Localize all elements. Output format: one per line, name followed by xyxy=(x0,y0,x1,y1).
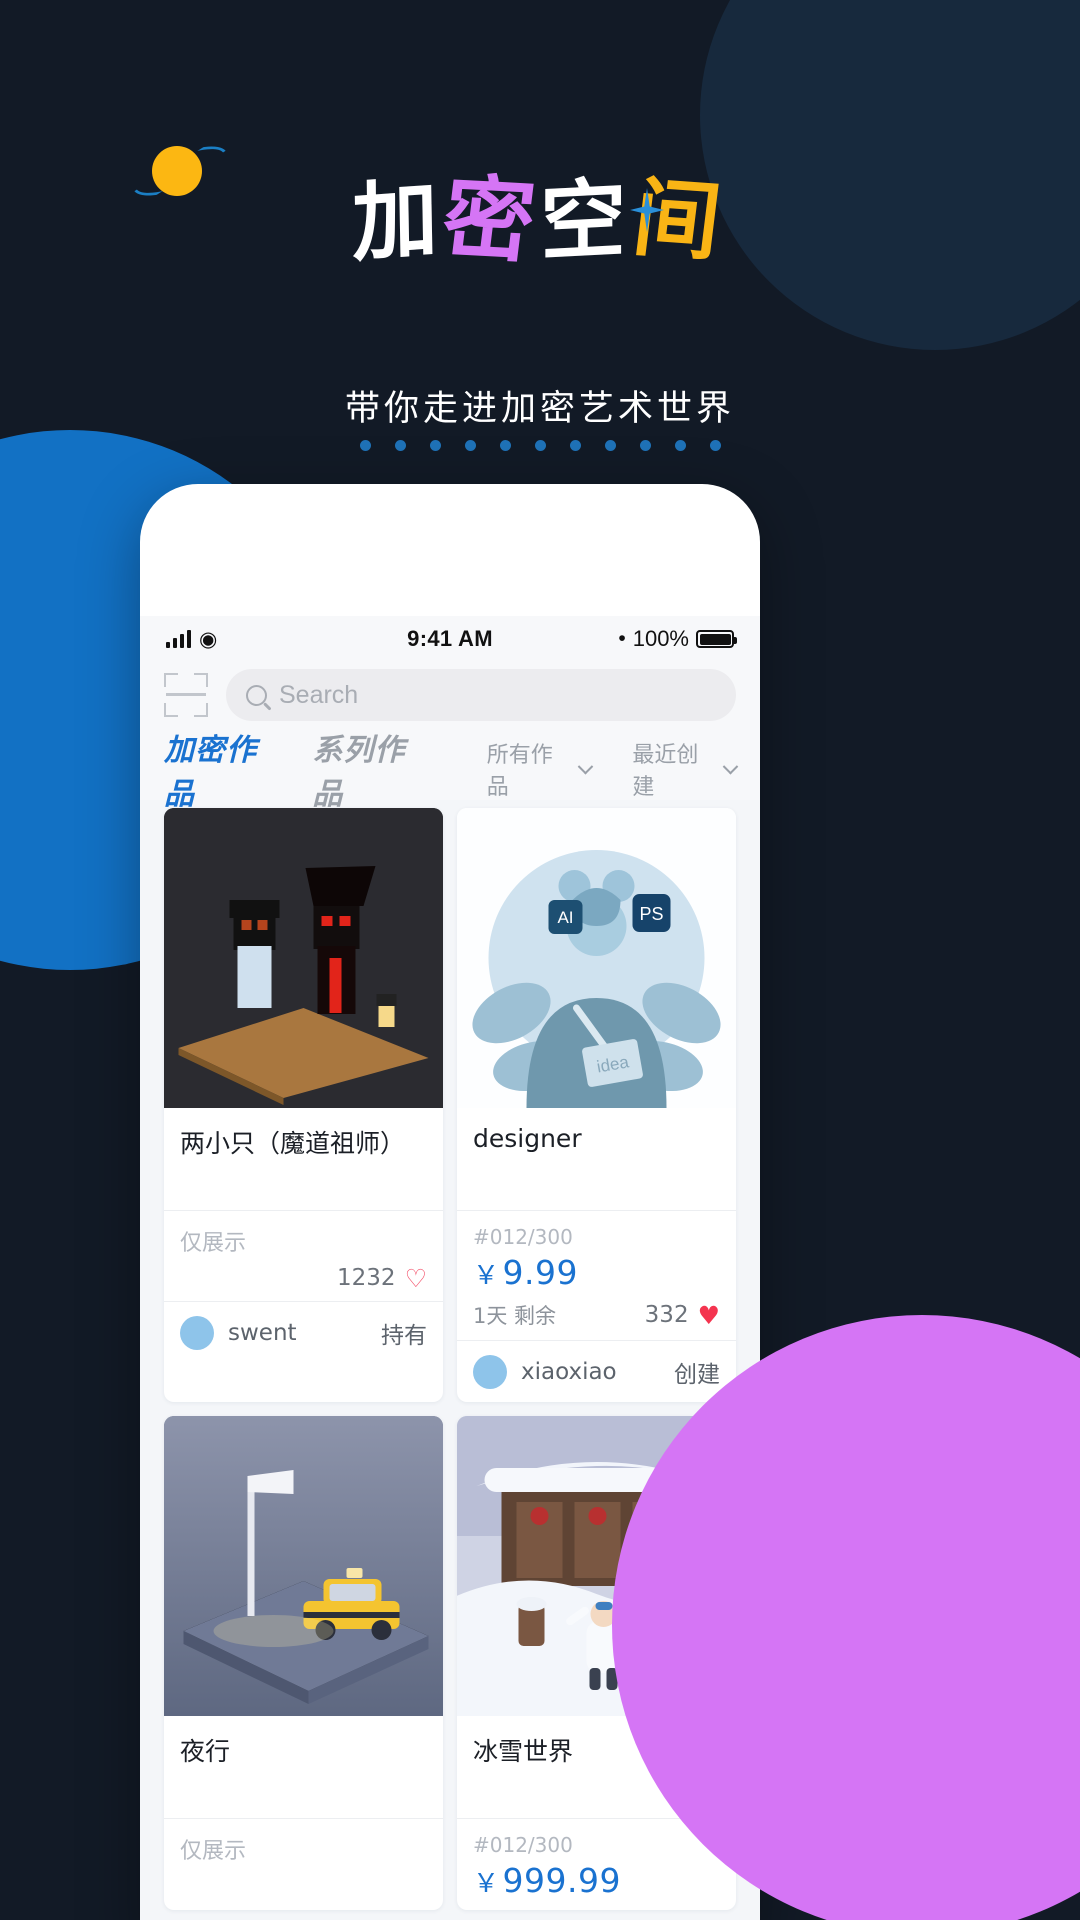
owner-role: 创建 xyxy=(674,1361,720,1388)
like-counter[interactable]: 332 ♥ xyxy=(645,1302,720,1328)
filter-recent-created-label: 最近创建 xyxy=(632,743,699,800)
like-count-label: 1232 xyxy=(337,1265,396,1291)
decor-dot-row xyxy=(0,440,1080,451)
chevron-down-icon xyxy=(722,758,739,774)
artwork-status: 仅展示 xyxy=(180,1839,247,1864)
decor-dot xyxy=(569,440,581,451)
svg-text:PS: PS xyxy=(639,904,663,924)
artwork-status: 仅展示 xyxy=(180,1231,247,1256)
decor-dot xyxy=(534,440,546,451)
price-value: 9.99 xyxy=(502,1253,578,1292)
artwork-meta: #012/300 ￥9.99 1天 剩余 332 ♥ xyxy=(457,1210,736,1340)
artwork-meta-line: 1232 ♡ xyxy=(180,1265,427,1291)
signal-bars-icon xyxy=(166,630,191,648)
filter-all-works[interactable]: 所有作品 xyxy=(486,737,593,801)
status-left: ◉ xyxy=(166,629,407,650)
artwork-edition: #012/300 xyxy=(473,1225,573,1249)
artwork-title: 夜行 xyxy=(180,1737,231,1766)
heart-outline-icon: ♡ xyxy=(404,1263,427,1293)
title-char-2: 密 xyxy=(436,165,550,277)
avatar xyxy=(180,1315,214,1350)
tab-series-works[interactable]: 系列作品 xyxy=(312,725,434,813)
search-input[interactable]: Search xyxy=(226,669,736,721)
artwork-illustration-taxi xyxy=(164,1416,443,1716)
artwork-illustration-designer: AI PS idea xyxy=(457,808,736,1108)
title-char-4: 间 xyxy=(628,168,734,274)
artwork-price: ￥999.99 xyxy=(473,1861,720,1900)
decor-dot xyxy=(394,440,406,451)
artwork-illustration-voxel xyxy=(164,808,443,1108)
battery-full-icon xyxy=(696,630,737,648)
title-char-1: 加 xyxy=(351,167,447,275)
poster-stage: 加密空间 带你走进加密艺术世界 ◉ 9:41 AM • 100% Search … xyxy=(0,0,1080,1920)
artwork-card-body: 夜行 xyxy=(164,1716,443,1812)
tab-encrypted-works[interactable]: 加密作品 xyxy=(164,725,286,813)
search-placeholder: Search xyxy=(279,680,359,709)
search-icon xyxy=(246,684,267,706)
decor-dot xyxy=(604,440,616,451)
artwork-image: AI PS idea xyxy=(457,808,736,1108)
artwork-image xyxy=(164,1416,443,1716)
status-time: 9:41 AM xyxy=(407,626,493,651)
scan-code-icon[interactable] xyxy=(164,673,208,717)
wifi-icon: ◉ xyxy=(199,627,218,651)
artwork-owner-row[interactable]: swent 持有 xyxy=(164,1301,443,1363)
decor-dot xyxy=(674,440,686,451)
artwork-title: 两小只（魔道祖师） xyxy=(180,1129,406,1158)
artwork-meta-line: 1天 剩余 332 ♥ xyxy=(473,1300,720,1330)
like-counter[interactable]: 1232 ♡ xyxy=(337,1265,427,1291)
owner-name: xiaoxiao xyxy=(521,1358,617,1385)
decor-dot xyxy=(359,440,371,451)
svg-text:AI: AI xyxy=(557,908,573,927)
artwork-title: designer xyxy=(473,1124,582,1153)
title-char-3: 空 xyxy=(540,168,634,274)
artwork-edition: #012/300 xyxy=(473,1833,573,1857)
like-count-label: 332 xyxy=(644,1302,689,1328)
owner-name: swent xyxy=(228,1319,297,1346)
decor-blob-top-right xyxy=(700,0,1080,350)
decor-dot xyxy=(499,440,511,451)
status-right: • 100% xyxy=(493,626,737,652)
avatar xyxy=(473,1354,507,1389)
filter-recent-created[interactable]: 最近创建 xyxy=(632,737,739,801)
filter-all-works-label: 所有作品 xyxy=(486,743,553,800)
owner-role: 持有 xyxy=(381,1322,427,1349)
battery-percent-label: 100% xyxy=(632,626,689,651)
poster-title: 加密空间 xyxy=(0,166,1080,277)
artwork-meta: 仅展示 xyxy=(164,1818,443,1875)
decor-dot xyxy=(639,440,651,451)
artwork-card[interactable]: AI PS idea designer #012/300 ￥9.99 1天 剩余… xyxy=(457,808,736,1402)
currency-symbol: ￥ xyxy=(473,1869,500,1899)
decor-dot xyxy=(709,440,721,451)
chevron-down-icon xyxy=(577,758,593,774)
poster-subtitle: 带你走进加密艺术世界 xyxy=(344,389,735,429)
price-value: 999.99 xyxy=(502,1861,621,1900)
artwork-price: ￥9.99 xyxy=(473,1253,720,1292)
tab-bar: 加密作品 系列作品 所有作品 最近创建 xyxy=(140,733,760,812)
status-bar: ◉ 9:41 AM • 100% xyxy=(140,616,760,662)
artwork-owner-row[interactable]: xiaoxiao 创建 xyxy=(457,1340,736,1402)
decor-dot xyxy=(464,440,476,451)
decor-dot xyxy=(429,440,441,451)
artwork-card[interactable]: 两小只（魔道祖师） 仅展示 1232 ♡ swent 持有 xyxy=(164,808,443,1402)
artwork-image xyxy=(164,808,443,1108)
artwork-meta: 仅展示 1232 ♡ xyxy=(164,1210,443,1301)
artwork-card-body: 两小只（魔道祖师） xyxy=(164,1108,443,1204)
artwork-card[interactable]: 夜行 仅展示 xyxy=(164,1416,443,1910)
artwork-card-body: designer xyxy=(457,1108,736,1204)
bluetooth-icon: • xyxy=(618,627,626,650)
currency-symbol: ￥ xyxy=(473,1261,500,1291)
heart-filled-icon: ♥ xyxy=(697,1300,720,1330)
artwork-time-left: 1天 剩余 xyxy=(473,1304,557,1328)
